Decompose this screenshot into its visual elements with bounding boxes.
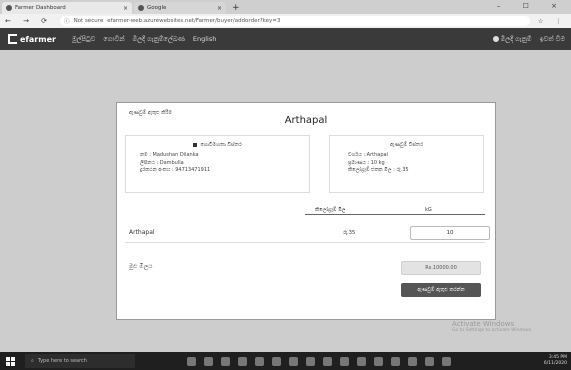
clock-date: 6/11/2020	[543, 361, 567, 366]
product-quantity: ප්‍රමාණය : 10 kg	[348, 159, 385, 166]
address-bar-row: ← → ⟳ ⓘ Not secure efarmer-web.azurewebs…	[0, 14, 571, 28]
total-value-field: Rs.10000.00	[401, 261, 481, 275]
price-column-header: කිලෝග්‍රෑම් මිල	[315, 207, 346, 213]
close-tab-icon[interactable]: ×	[217, 5, 222, 12]
app-icon[interactable]	[272, 356, 281, 366]
store-icon[interactable]	[221, 356, 230, 366]
app-icon[interactable]	[340, 356, 349, 366]
product-row-unit-price: රු.35	[343, 230, 356, 236]
product-title: Arthapal	[284, 115, 328, 126]
nav-right: මිලදී ගැනුම් ඉවත් වීම	[492, 35, 565, 44]
url-field[interactable]: ⓘ Not secure efarmer-web.azurewebsites.n…	[60, 16, 531, 26]
app-icon[interactable]	[391, 356, 400, 366]
app-icon[interactable]	[442, 356, 451, 366]
app-icon[interactable]	[255, 356, 264, 366]
seller-info-header: ගොවිමහතා විස්තර	[126, 142, 309, 148]
windows-taskbar: ⌕ Type here to search 3:45 PM 6/11/2020	[0, 352, 571, 370]
nav-link-account[interactable]: මිලදී ගැනුම්	[492, 35, 532, 44]
url-security-label: Not secure	[73, 18, 104, 24]
tab-label: Farmer Dashboard	[15, 5, 66, 11]
explorer-icon[interactable]	[204, 356, 213, 366]
product-type: වර්ගය : Arthapal	[348, 152, 388, 158]
seller-phone: දුරකථන අංකය : 94713471911	[140, 167, 211, 173]
user-icon	[193, 142, 198, 147]
browser-menu-icons[interactable]: ☆ ⋮	[538, 18, 566, 25]
activate-windows-watermark: Activate Windows Go to Settings to activ…	[452, 320, 533, 333]
close-tab-icon[interactable]: ×	[123, 5, 128, 12]
nav-link-english[interactable]: English	[193, 35, 216, 44]
nav-link-purchases[interactable]: මිලදී ගැනුම්ලේඛණ	[133, 35, 185, 44]
seller-info-box: ගොවිමහතා විස්තර නම : Madushan Dilanka ලි…	[125, 135, 310, 193]
product-info-box: ඇණවුම් විස්තර වර්ගය : Arthapal ප්‍රමාණය …	[329, 135, 484, 193]
app-icon[interactable]	[357, 356, 366, 366]
seller-address: ලිපිනය : Dambulla	[140, 159, 184, 166]
app-icon[interactable]	[425, 356, 434, 366]
quantity-input[interactable]: 10	[410, 226, 490, 240]
info-icon: ⓘ	[64, 19, 70, 25]
system-tray[interactable]: 3:45 PM 6/11/2020	[544, 355, 567, 367]
product-row-name: Arthapal	[129, 229, 155, 236]
nav-link-logout[interactable]: ඉවත් වීම	[540, 35, 565, 44]
google-favicon-icon	[138, 5, 144, 11]
windows-start-icon[interactable]	[6, 356, 15, 366]
taskbar-app-icons	[187, 356, 451, 366]
browser-tabbar: Farmer Dashboard × Google × + – ☐ ×	[0, 0, 571, 14]
app-icon[interactable]	[408, 356, 417, 366]
search-icon: ⌕	[31, 358, 34, 364]
logo-icon	[8, 34, 17, 44]
new-tab-button[interactable]: +	[232, 2, 240, 14]
nav-link-home[interactable]: මුල්පිටුව	[72, 35, 95, 44]
product-price: කිලෝග්‍රෑම් එකක මිල : රු.35	[348, 167, 409, 173]
order-card: ඇණවුම් ඇතුළු කිරීම Arthapal ගොවිමහතා විස…	[116, 102, 496, 320]
app-icon[interactable]	[374, 356, 383, 366]
logo-text: efarmer	[20, 34, 56, 44]
total-label: මුළු මිලය	[129, 263, 153, 270]
window-controls[interactable]: – ☐ ×	[497, 2, 567, 10]
nav-link-farmers[interactable]: ගොවීන්	[103, 35, 124, 44]
user-icon	[492, 35, 499, 42]
app-navbar: efarmer මුල්පිටුව ගොවීන් මිලදී ගැනුම්ලේඛ…	[0, 28, 571, 50]
nav-buttons[interactable]: ← → ⟳	[5, 17, 52, 25]
quantity-header: කිලෝග්‍රෑම් මිල kG	[305, 205, 485, 215]
browser-tab[interactable]: Google ×	[134, 2, 226, 14]
seller-info-lines: නම : Madushan Dilanka ලිපිනය : Dambulla …	[140, 152, 309, 175]
product-row: Arthapal රු.35 10	[125, 223, 490, 243]
url-text: efarmer-web.azurewebsites.net/Farmer/buy…	[107, 18, 281, 24]
taskbar-search[interactable]: ⌕ Type here to search	[25, 354, 135, 368]
product-info-header: ඇණවුම් විස්තර	[389, 142, 423, 148]
kg-column-header: kG	[425, 207, 432, 213]
place-order-button[interactable]: ඇණවුම් ඇතුළු කරන්න	[401, 283, 481, 297]
app-logo[interactable]: efarmer	[8, 34, 56, 44]
app-icon[interactable]	[289, 356, 298, 366]
favicon-icon	[6, 5, 12, 11]
nav-links: මුල්පිටුව ගොවීන් මිලදී ගැනුම්ලේඛණ Englis…	[72, 35, 216, 44]
product-info-lines: වර්ගය : Arthapal ප්‍රමාණය : 10 kg කිලෝග්…	[348, 152, 483, 175]
tab-label: Google	[147, 5, 167, 11]
app-icon[interactable]	[306, 356, 315, 366]
seller-name: නම : Madushan Dilanka	[140, 152, 199, 158]
chrome-icon[interactable]	[323, 356, 332, 366]
task-view-icon[interactable]	[187, 356, 196, 366]
browser-tab-active[interactable]: Farmer Dashboard ×	[2, 2, 132, 14]
app-icon[interactable]	[238, 356, 247, 366]
